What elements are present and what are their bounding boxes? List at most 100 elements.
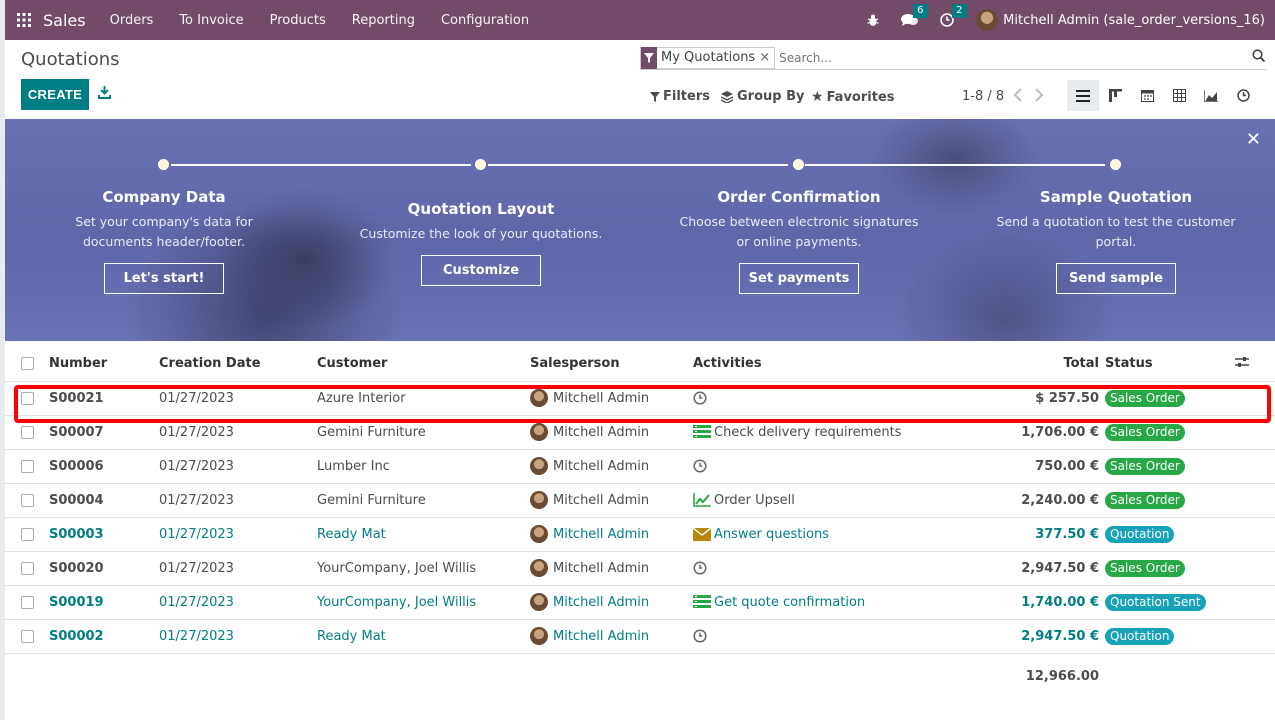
avatar — [530, 593, 548, 611]
avatar — [530, 559, 548, 577]
step-description: Send a quotation to test the customer po… — [996, 214, 1236, 249]
debug-bug-icon[interactable] — [867, 14, 879, 27]
favorites-dropdown[interactable]: ★ Favorites — [811, 89, 895, 105]
groupby-dropdown[interactable]: Group By — [721, 89, 804, 104]
messages-chat-icon[interactable]: 6 — [901, 4, 928, 27]
row-checkbox[interactable] — [21, 459, 34, 473]
avatar — [530, 457, 548, 475]
activities-clock-icon[interactable]: 2 — [940, 4, 967, 27]
search-input[interactable] — [779, 50, 1267, 65]
user-menu[interactable]: Mitchell Admin (sale_order_versions_16) — [976, 9, 1265, 31]
kanban-view-icon[interactable] — [1099, 80, 1131, 111]
sum-total: 12,966.00 — [1025, 668, 1099, 684]
row-total: 377.50 € — [1035, 526, 1099, 542]
filter-facet: My Quotations × — [640, 46, 776, 69]
activity-view-icon[interactable] — [1227, 80, 1259, 111]
row-checkbox[interactable] — [21, 561, 34, 575]
row-activity[interactable]: Answer questions — [693, 527, 953, 542]
avatar — [530, 423, 548, 441]
lets-start-button[interactable]: Let's start! — [104, 263, 224, 294]
step-dot — [475, 159, 486, 170]
row-date: 01/27/2023 — [159, 585, 317, 620]
favorites-label: Favorites — [826, 89, 895, 105]
download-icon[interactable] — [98, 86, 111, 103]
row-number: S00019 — [49, 594, 104, 610]
set-payments-button[interactable]: Set payments — [739, 263, 859, 294]
col-activities-header[interactable]: Activities — [693, 347, 953, 382]
salesperson-name: Mitchell Admin — [553, 628, 650, 644]
table-row[interactable]: S00003 01/27/2023 Ready Mat Mitchell Admin A… — [5, 517, 1275, 552]
row-customer: Ready Mat — [317, 517, 530, 552]
menu-to-invoice[interactable]: To Invoice — [179, 13, 243, 28]
table-row[interactable]: S00020 01/27/2023 YourCompany, Joel Willis… — [5, 551, 1275, 586]
user-name: Mitchell Admin (sale_order_versions_16) — [1003, 12, 1265, 28]
row-highlight-box — [14, 385, 1271, 423]
step-title: Order Confirmation — [717, 188, 881, 206]
menu-configuration[interactable]: Configuration — [441, 13, 529, 28]
col-salesperson-header[interactable]: Salesperson — [530, 347, 693, 382]
table-row[interactable]: S00002 01/27/2023 Ready Mat Mitchell Admin 2… — [5, 619, 1275, 654]
row-activity[interactable]: Order Upsell — [693, 493, 953, 508]
filter-facet-label: My Quotations — [661, 50, 756, 65]
app-brand[interactable]: Sales — [43, 11, 86, 30]
row-checkbox[interactable] — [21, 595, 34, 609]
salesperson-name: Mitchell Admin — [553, 526, 650, 542]
pager-value[interactable]: 1-8 / 8 — [962, 89, 1004, 104]
filter-funnel-icon — [650, 91, 660, 102]
remove-facet-icon[interactable]: × — [759, 50, 774, 65]
col-customer-header[interactable]: Customer — [317, 347, 530, 382]
pager-previous-icon[interactable] — [1013, 88, 1023, 106]
menu-products[interactable]: Products — [270, 13, 326, 28]
row-activity[interactable] — [693, 459, 953, 473]
step-dot — [158, 159, 169, 170]
calendar-view-icon[interactable] — [1131, 80, 1163, 111]
menu-orders[interactable]: Orders — [110, 13, 154, 28]
col-date-header[interactable]: Creation Date — [159, 347, 317, 382]
optional-columns-icon[interactable] — [1235, 347, 1275, 382]
row-checkbox[interactable] — [21, 493, 34, 507]
customize-button[interactable]: Customize — [421, 255, 541, 286]
activity-summary: Check delivery requirements — [714, 424, 902, 440]
filters-dropdown[interactable]: Filters — [650, 89, 710, 104]
row-activity[interactable] — [693, 561, 953, 575]
row-total: 1,706.00 € — [1021, 424, 1099, 440]
graph-view-icon[interactable] — [1195, 80, 1227, 111]
app-frame: Sales Orders To Invoice Products Reporti… — [5, 0, 1275, 720]
salesperson-name: Mitchell Admin — [553, 458, 650, 474]
row-customer: Ready Mat — [317, 619, 530, 654]
app-menu-icon[interactable] — [5, 13, 43, 27]
col-status-header[interactable]: Status — [1105, 347, 1235, 382]
col-total-header[interactable]: Total — [953, 347, 1105, 382]
row-customer: YourCompany, Joel Willis — [317, 551, 530, 586]
row-checkbox[interactable] — [21, 629, 34, 643]
row-activity[interactable]: Check delivery requirements — [693, 425, 953, 440]
row-customer: Gemini Furniture — [317, 483, 530, 518]
table-row[interactable]: S00019 01/27/2023 YourCompany, Joel Willis… — [5, 585, 1275, 620]
row-checkbox[interactable] — [21, 527, 34, 541]
row-total: 2,240.00 € — [1021, 492, 1099, 508]
col-number-header[interactable]: Number — [49, 347, 159, 382]
pivot-view-icon[interactable] — [1163, 80, 1195, 111]
list-view-icon[interactable] — [1067, 80, 1099, 111]
table-row[interactable]: S00004 01/27/2023 Gemini Furniture Mitchell… — [5, 483, 1275, 518]
row-salesperson: Mitchell Admin — [530, 423, 693, 441]
table-row[interactable]: S00006 01/27/2023 Lumber Inc Mitchell Admin… — [5, 449, 1275, 484]
step-description: Set your company's data for documents he… — [75, 214, 253, 249]
step-dot — [793, 159, 804, 170]
pager-next-icon[interactable] — [1034, 88, 1044, 106]
create-button[interactable]: CREATE — [21, 79, 89, 110]
search-icon[interactable] — [1252, 49, 1266, 66]
send-sample-button[interactable]: Send sample — [1056, 263, 1176, 294]
row-date: 01/27/2023 — [159, 619, 317, 654]
row-activity[interactable] — [693, 629, 953, 643]
page-title: Quotations — [21, 49, 120, 70]
row-total: 750.00 € — [1035, 458, 1099, 474]
menu-reporting[interactable]: Reporting — [352, 13, 415, 28]
top-navbar: Sales Orders To Invoice Products Reporti… — [5, 0, 1275, 40]
activities-count-badge: 2 — [952, 4, 967, 18]
row-number: S00007 — [49, 424, 104, 440]
row-checkbox[interactable] — [21, 425, 34, 439]
select-all-checkbox[interactable] — [21, 357, 34, 371]
close-banner-icon[interactable]: ✕ — [1246, 129, 1261, 150]
row-activity[interactable]: Get quote confirmation — [693, 595, 953, 610]
